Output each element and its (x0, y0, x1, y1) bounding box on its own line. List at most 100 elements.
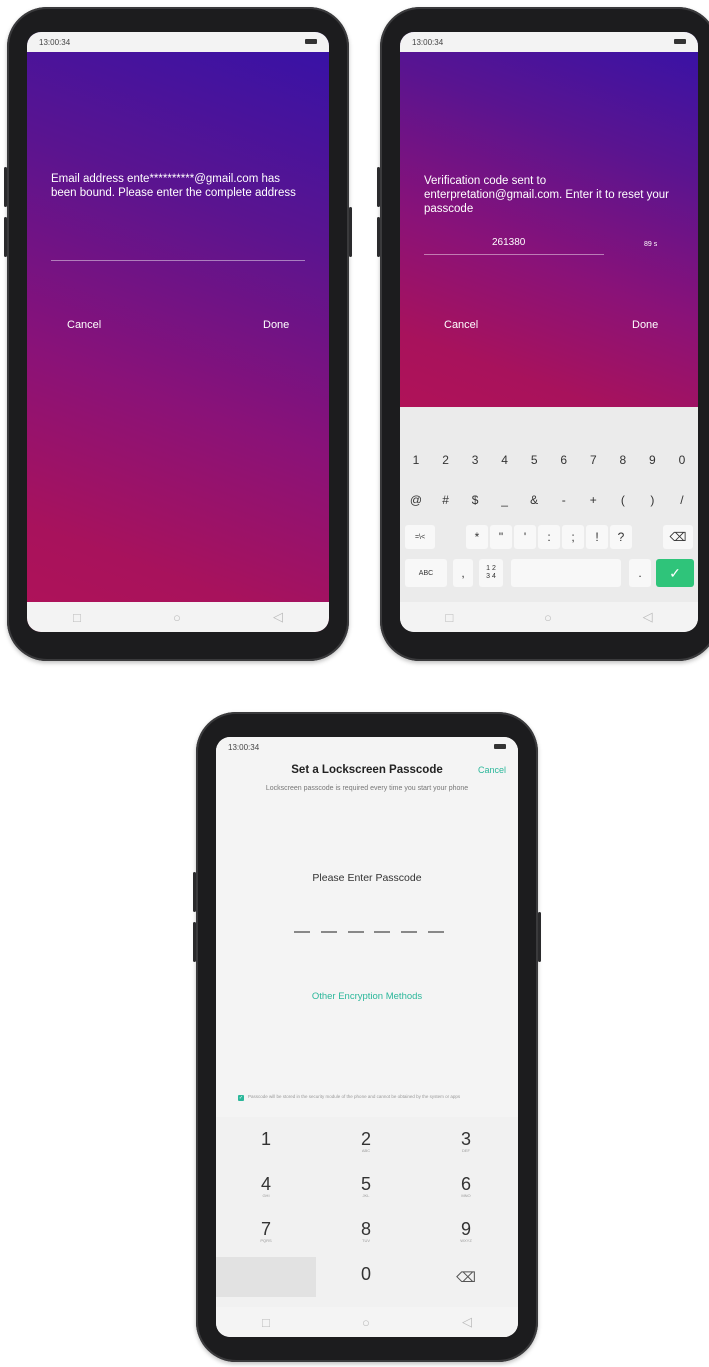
passcode-prompt: Please Enter Passcode (312, 872, 422, 884)
key-6-letters: MNO (461, 1193, 471, 1198)
battery-icon (674, 39, 686, 44)
power-button (538, 912, 541, 962)
cancel-button[interactable]: Cancel (67, 319, 101, 331)
keyboard-key[interactable]: ) (640, 487, 664, 513)
battery-icon (494, 744, 506, 749)
keyboard-key[interactable]: ? (610, 525, 632, 549)
key-4-digit: 4 (260, 1174, 271, 1194)
key-2[interactable]: 2 ABC (316, 1122, 416, 1162)
key-3[interactable]: 3 DEF (416, 1122, 516, 1162)
numeric-keypad: 1 2 ABC 3 DEF 4 GHI 5 JKL 6 MNO 7 PQRS 8 TUV 9W… (216, 1117, 518, 1307)
keyboard-key[interactable]: 3 (463, 447, 487, 473)
cancel-button[interactable]: Cancel (478, 765, 506, 775)
done-button[interactable]: Done (263, 319, 289, 331)
email-input[interactable] (51, 244, 305, 261)
key-7-digit: 7 (260, 1219, 271, 1239)
home-icon[interactable]: ○ (362, 1315, 370, 1330)
back-icon[interactable]: ◁ (643, 609, 653, 625)
keyboard-row-symbols-2: =\< * " ':;!? ⌫ (404, 525, 694, 549)
recents-icon[interactable]: □ (73, 610, 81, 625)
nav-bar: □ ○ ◁ (400, 602, 698, 632)
key-2-letters: ABC (361, 1148, 371, 1153)
nav-bar: □ ○ ◁ (27, 602, 329, 632)
recents-icon[interactable]: □ (445, 610, 453, 625)
code-value: 261380 (492, 237, 526, 248)
status-bar: 13:00:34 (400, 32, 698, 52)
other-encryption-methods-link[interactable]: Other Encryption Methods (216, 991, 518, 1002)
passcode-slots[interactable] (294, 927, 444, 933)
key-1[interactable]: 1 (216, 1122, 316, 1162)
key-4[interactable]: 4 GHI (216, 1167, 316, 1207)
period-key[interactable]: . (629, 559, 651, 587)
comma-key[interactable]: , (453, 559, 473, 587)
back-icon[interactable]: ◁ (462, 1314, 472, 1330)
keyboard-key[interactable]: / (670, 487, 694, 513)
home-icon[interactable]: ○ (544, 610, 552, 625)
status-bar: 13:00:34 (216, 737, 518, 757)
keyboard-key[interactable]: 2 (434, 447, 458, 473)
keyboard-key[interactable]: 8 (611, 447, 635, 473)
volume-button (377, 167, 380, 207)
home-icon[interactable]: ○ (173, 610, 181, 625)
keyboard-key[interactable]: 5 (522, 447, 546, 473)
key-9[interactable]: 9 WXYZ (416, 1212, 516, 1252)
screen: 13:00:34 Verification code sent to enter… (400, 32, 698, 632)
keyboard-key[interactable]: + (581, 487, 605, 513)
battery-icon (305, 39, 317, 44)
cancel-button[interactable]: Cancel (444, 319, 478, 331)
countdown-timer: 89 s (644, 241, 658, 248)
backspace-key[interactable]: ⌫ (663, 525, 693, 549)
symbol-keys: * " ':;!? (465, 525, 633, 549)
key-6[interactable]: 6 MNO (416, 1167, 516, 1207)
key-5[interactable]: 5 JKL (316, 1167, 416, 1207)
status-bar: 13:00:34 (27, 32, 329, 52)
security-checkbox-text: Passcode will be stored in the security … (248, 1094, 461, 1099)
keyboard-key[interactable]: - (552, 487, 576, 513)
keyboard-key[interactable]: ; (562, 525, 584, 549)
keyboard-key[interactable]: @ (404, 487, 428, 513)
keyboard-key[interactable]: $ (463, 487, 487, 513)
keyboard-key[interactable]: _ (493, 487, 517, 513)
volume-button (193, 922, 196, 962)
keyboard-key[interactable]: " (490, 525, 512, 549)
back-icon[interactable]: ◁ (273, 609, 283, 625)
key-empty (216, 1257, 316, 1297)
keyboard-key[interactable]: ( (611, 487, 635, 513)
keyboard-key[interactable]: 0 (670, 447, 694, 473)
key-3-digit: 3 (460, 1129, 471, 1149)
symbol-toggle-key[interactable]: =\< (405, 525, 435, 549)
keyboard-key[interactable]: 6 (552, 447, 576, 473)
key-0[interactable]: 0 (316, 1257, 416, 1297)
space-key[interactable] (511, 559, 621, 587)
checkbox-checked-icon[interactable]: ✓ (238, 1095, 244, 1101)
key-2-digit: 2 (360, 1129, 371, 1149)
keyboard-key[interactable]: 1 (404, 447, 428, 473)
abc-key[interactable]: ABC (405, 559, 447, 587)
keyboard-key[interactable]: : (538, 525, 560, 549)
keyboard-key[interactable]: 4 (493, 447, 517, 473)
status-time: 13:00:34 (39, 38, 71, 47)
phone-2: 13:00:34 Verification code sent to enter… (377, 7, 709, 661)
keyboard-key[interactable]: 9 (640, 447, 664, 473)
done-button[interactable]: Done (632, 319, 658, 331)
keyboard-key[interactable]: 7 (581, 447, 605, 473)
numeric-toggle-key[interactable]: 1 2 3 4 (479, 559, 503, 587)
backspace-key[interactable]: ⌫ (416, 1257, 516, 1297)
keyboard-key[interactable]: # (434, 487, 458, 513)
volume-button (4, 217, 7, 257)
power-button (349, 207, 352, 257)
keyboard-key[interactable]: * (466, 525, 488, 549)
key-8-digit: 8 (360, 1219, 371, 1239)
passcode-slot (347, 927, 364, 933)
key-8[interactable]: 8 TUV (316, 1212, 416, 1252)
keyboard-key[interactable]: & (522, 487, 546, 513)
keyboard-key[interactable]: ' (514, 525, 536, 549)
key-9-letters: WXYZ (460, 1238, 472, 1243)
key-7[interactable]: 7 PQRS (216, 1212, 316, 1252)
keyboard-key[interactable]: ! (586, 525, 608, 549)
key-1-digit: 1 (260, 1129, 271, 1149)
confirm-key[interactable]: ✓ (656, 559, 694, 587)
recents-icon[interactable]: □ (262, 1315, 270, 1330)
code-input[interactable]: 261380 (424, 234, 604, 255)
passcode-slot (320, 927, 337, 933)
